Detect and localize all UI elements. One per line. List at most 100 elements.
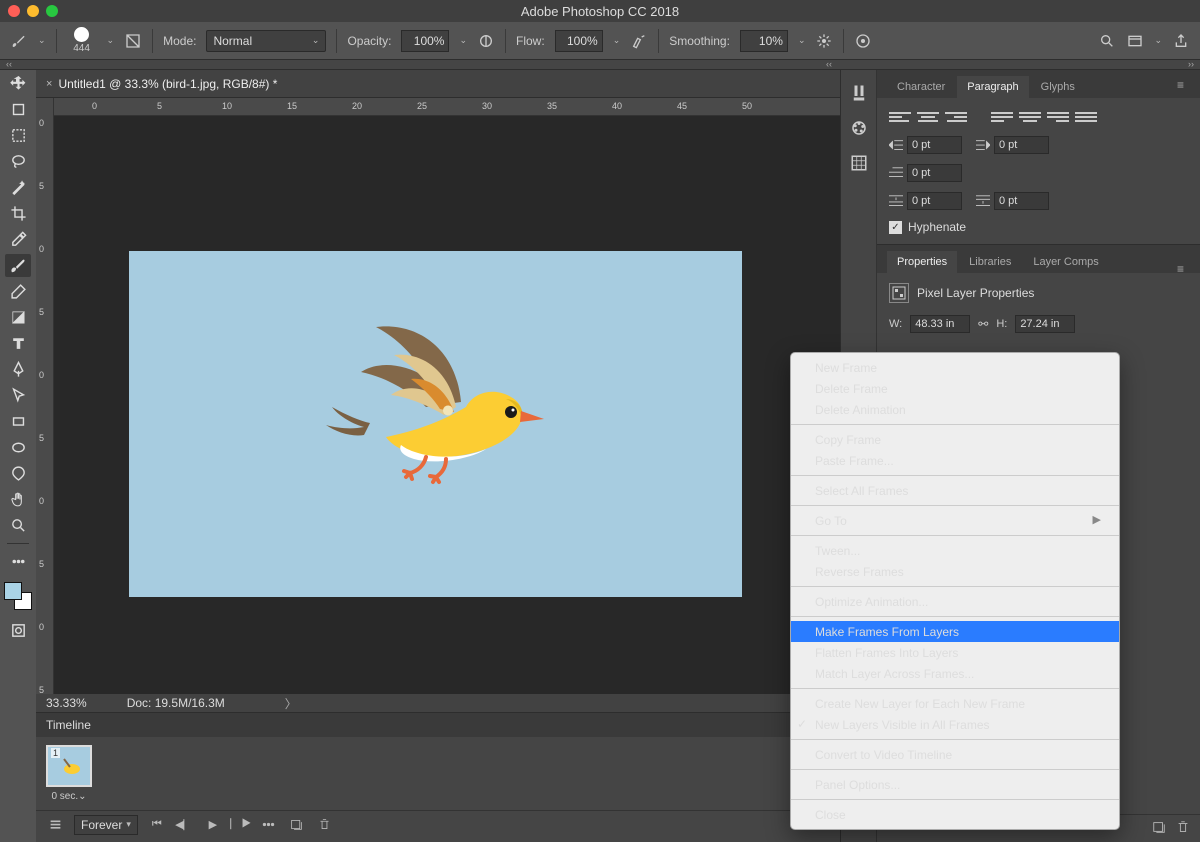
loop-select[interactable]: Forever▾	[74, 815, 138, 835]
smoothing-options-icon[interactable]	[815, 32, 833, 50]
eraser-tool[interactable]	[5, 280, 31, 303]
first-line-indent-field[interactable]	[889, 164, 962, 182]
pressure-size-icon[interactable]	[854, 32, 872, 50]
play-icon[interactable]: ▶	[204, 816, 222, 834]
timeline-frame[interactable]: 1 0 sec.⌄	[46, 745, 92, 802]
status-menu-icon[interactable]: 〉	[285, 695, 297, 712]
trash-icon[interactable]	[1176, 820, 1190, 837]
tab-properties[interactable]: Properties	[887, 251, 957, 273]
align-right-icon[interactable]	[945, 108, 967, 126]
brushes-panel-icon[interactable]	[850, 84, 868, 105]
brush-tool-icon[interactable]	[10, 32, 28, 50]
crop-tool[interactable]	[5, 202, 31, 225]
grid-panel-icon[interactable]	[850, 154, 868, 175]
opacity-value[interactable]: 100%	[401, 30, 449, 52]
canvas[interactable]	[54, 116, 840, 694]
menu-new-frame[interactable]: New Frame	[791, 357, 1119, 378]
menu-new-layers-visible-in-all-frames[interactable]: ✓New Layers Visible in All Frames	[791, 714, 1119, 735]
smoothing-value[interactable]: 10%	[740, 30, 788, 52]
paragraph-menu-icon[interactable]: ≡	[1177, 78, 1190, 92]
tab-libraries[interactable]: Libraries	[959, 251, 1021, 273]
menu-copy-frame[interactable]: Copy Frame	[791, 429, 1119, 450]
edit-toolbar-icon[interactable]	[5, 550, 31, 573]
space-after-field[interactable]	[976, 192, 1049, 210]
foreground-background-colors[interactable]	[4, 582, 32, 610]
justify-last-center-icon[interactable]	[1019, 108, 1041, 126]
gradient-tool[interactable]	[5, 306, 31, 329]
collapse-center-icon[interactable]: ‹‹	[826, 59, 832, 69]
justify-last-right-icon[interactable]	[1047, 108, 1069, 126]
tab-character[interactable]: Character	[887, 76, 955, 98]
quick-mask-icon[interactable]	[5, 619, 31, 642]
smoothing-chevron[interactable]: ⌄	[798, 35, 806, 46]
menu-flatten-frames-into-layers[interactable]: Flatten Frames Into Layers	[791, 642, 1119, 663]
new-frame-icon[interactable]	[288, 816, 306, 834]
menu-panel-options[interactable]: Panel Options...	[791, 774, 1119, 795]
pen-tool[interactable]	[5, 358, 31, 381]
search-icon[interactable]	[1098, 32, 1116, 50]
justify-last-left-icon[interactable]	[991, 108, 1013, 126]
flow-value[interactable]: 100%	[555, 30, 603, 52]
hyphenate-checkbox[interactable]: ✓Hyphenate	[889, 220, 1188, 234]
menu-convert-to-video-timeline[interactable]: Convert to Video Timeline	[791, 744, 1119, 765]
brush-preview[interactable]: 444	[67, 26, 97, 56]
pressure-opacity-icon[interactable]	[477, 32, 495, 50]
prev-frame-icon[interactable]: ◀⎸	[176, 816, 194, 834]
tween-icon[interactable]	[260, 816, 278, 834]
lasso-tool[interactable]	[5, 150, 31, 173]
timeline-options-icon[interactable]	[46, 816, 64, 834]
custom-shape-tool[interactable]	[5, 462, 31, 485]
swatches-panel-icon[interactable]	[850, 119, 868, 140]
new-item-icon[interactable]	[1152, 820, 1166, 837]
link-wh-icon[interactable]: ⚯	[978, 317, 988, 331]
workspace-icon[interactable]	[1126, 32, 1144, 50]
align-center-icon[interactable]	[917, 108, 939, 126]
menu-optimize-animation[interactable]: Optimize Animation...	[791, 591, 1119, 612]
brush-panel-icon[interactable]	[124, 32, 142, 50]
path-select-tool[interactable]	[5, 384, 31, 407]
tab-layer-comps[interactable]: Layer Comps	[1023, 251, 1108, 273]
first-frame-icon[interactable]: ⏮	[148, 816, 166, 834]
tab-paragraph[interactable]: Paragraph	[957, 76, 1028, 98]
magic-wand-tool[interactable]	[5, 176, 31, 199]
indent-left-field[interactable]	[889, 136, 962, 154]
close-tab-icon[interactable]: ×	[46, 78, 52, 90]
rectangle-tool[interactable]	[5, 410, 31, 433]
justify-all-icon[interactable]	[1075, 108, 1097, 126]
preset-picker-chevron[interactable]: ⌄	[38, 35, 46, 46]
brush-size-chevron[interactable]: ⌄	[107, 35, 115, 46]
next-frame-icon[interactable]: ⎸▶	[232, 816, 250, 834]
type-tool[interactable]	[5, 332, 31, 355]
zoom-level[interactable]: 33.33%	[46, 696, 87, 710]
brush-tool-tb[interactable]	[5, 254, 31, 277]
collapse-left-icon[interactable]: ‹‹	[6, 59, 12, 69]
hand-tool[interactable]	[5, 488, 31, 511]
opacity-chevron[interactable]: ⌄	[459, 35, 467, 46]
marquee-tool[interactable]	[5, 124, 31, 147]
properties-menu-icon[interactable]: ≡	[1177, 262, 1190, 276]
menu-make-frames-from-layers[interactable]: Make Frames From Layers	[791, 621, 1119, 642]
timeline-context-menu: New FrameDelete FrameDelete AnimationCop…	[790, 352, 1120, 830]
doc-size[interactable]: Doc: 19.5M/16.3M	[127, 696, 225, 710]
document-tab[interactable]: Untitled1 @ 33.3% (bird-1.jpg, RGB/8#) *	[58, 77, 277, 91]
ellipse-tool[interactable]	[5, 436, 31, 459]
share-icon[interactable]	[1172, 32, 1190, 50]
tab-glyphs[interactable]: Glyphs	[1031, 76, 1085, 98]
airbrush-icon[interactable]	[630, 32, 648, 50]
collapse-right-icon[interactable]: ››	[1188, 59, 1194, 69]
width-field[interactable]	[910, 315, 970, 333]
flow-chevron[interactable]: ⌄	[613, 35, 621, 46]
menu-close[interactable]: Close	[791, 804, 1119, 825]
zoom-tool[interactable]	[5, 514, 31, 537]
align-left-icon[interactable]	[889, 108, 911, 126]
menu-create-new-layer-for-each-new-frame[interactable]: Create New Layer for Each New Frame	[791, 693, 1119, 714]
delete-frame-icon[interactable]	[316, 816, 334, 834]
artboard-tool[interactable]	[5, 98, 31, 121]
frame-delay[interactable]: 0 sec.⌄	[46, 791, 92, 802]
move-tool[interactable]	[5, 72, 31, 95]
indent-right-field[interactable]	[976, 136, 1049, 154]
blend-mode-select[interactable]: Normal⌄	[206, 30, 326, 52]
eyedropper-tool[interactable]	[5, 228, 31, 251]
space-before-field[interactable]	[889, 192, 962, 210]
height-field[interactable]	[1015, 315, 1075, 333]
